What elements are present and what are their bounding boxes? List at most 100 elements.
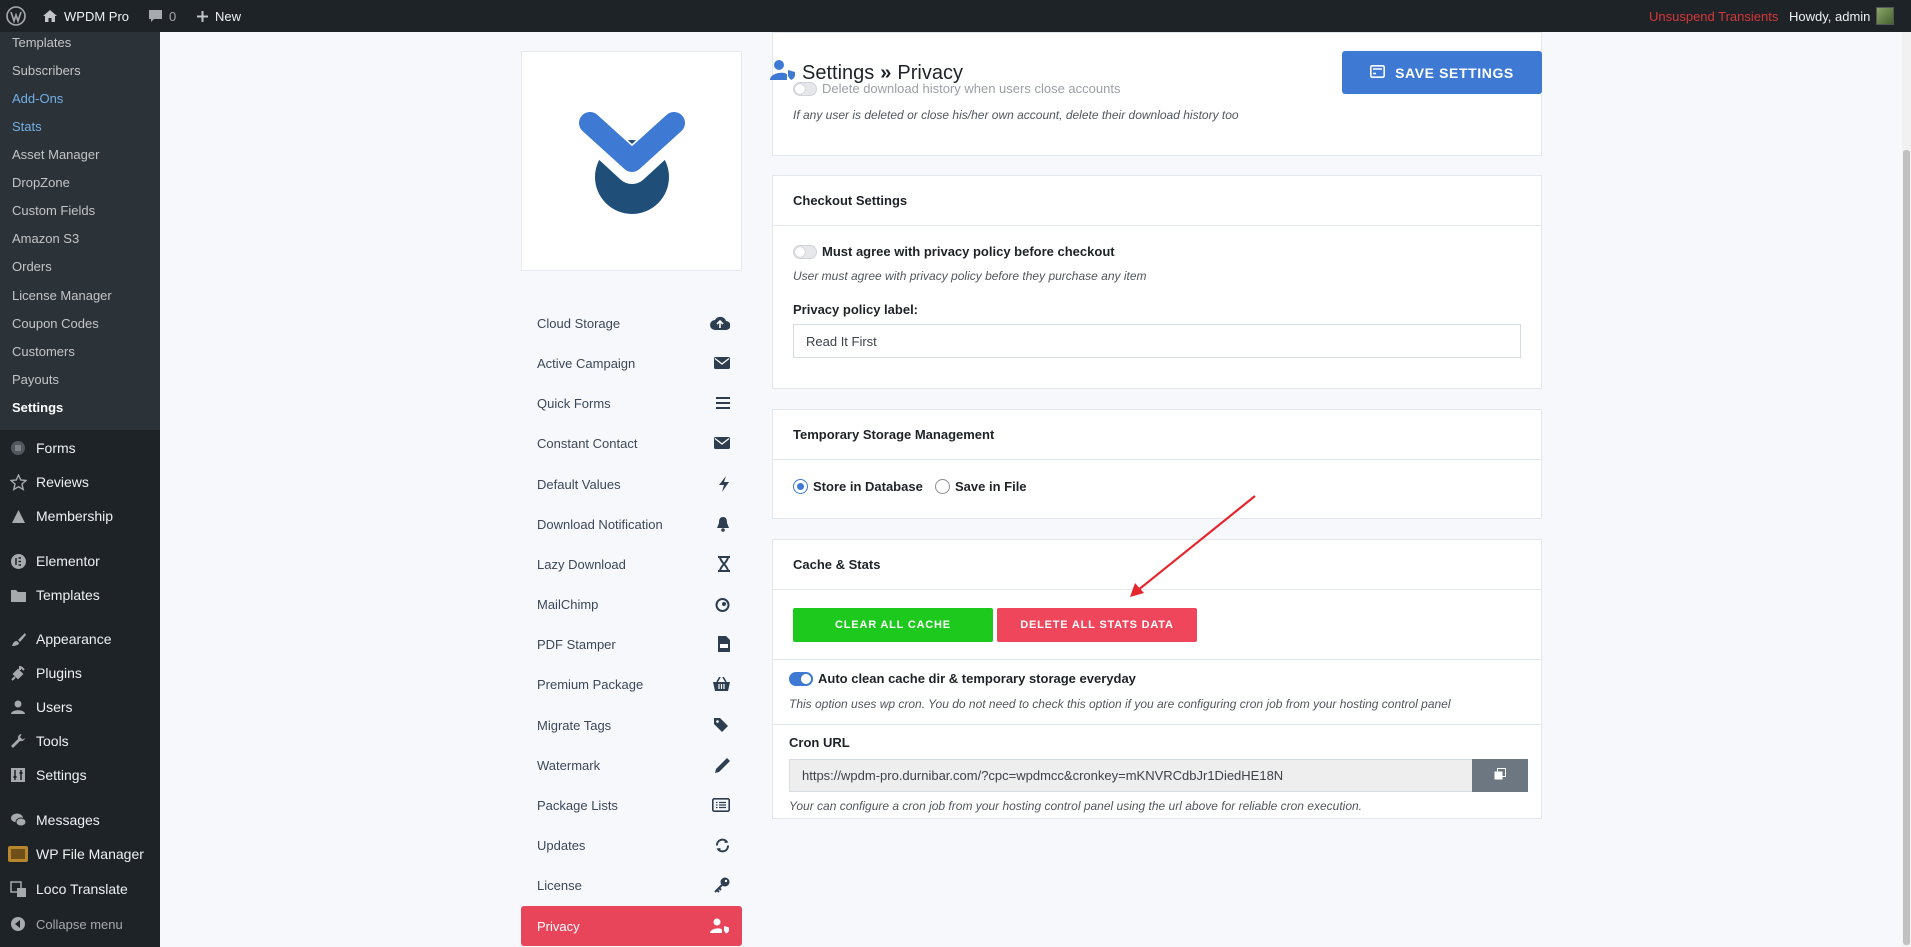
site-name-link[interactable]: WPDM Pro bbox=[42, 0, 129, 32]
wordpress-logo-icon[interactable] bbox=[6, 0, 26, 32]
submenu-license-manager[interactable]: License Manager bbox=[12, 286, 112, 306]
avatar bbox=[1876, 7, 1895, 25]
comment-icon bbox=[148, 9, 163, 24]
admin-bar: WPDM Pro 0 New Unsuspend Transients Howd… bbox=[0, 0, 1911, 32]
wpdm-logo-icon bbox=[571, 104, 692, 214]
checkout-settings-heading: Checkout Settings bbox=[773, 176, 1541, 226]
submenu-subscribers[interactable]: Subscribers bbox=[12, 61, 81, 81]
list-lines-icon bbox=[716, 397, 730, 409]
envelope-icon bbox=[714, 357, 730, 369]
nav-migrate-tags[interactable]: Migrate Tags bbox=[521, 705, 742, 745]
copy-icon bbox=[1494, 768, 1506, 783]
menu-messages[interactable]: Messages bbox=[0, 805, 160, 835]
privacy-label-input[interactable] bbox=[793, 324, 1521, 358]
nav-premium-package[interactable]: Premium Package bbox=[521, 664, 742, 704]
key-icon bbox=[714, 877, 730, 893]
nav-watermark[interactable]: Watermark bbox=[521, 745, 742, 785]
submenu-coupon-codes[interactable]: Coupon Codes bbox=[12, 314, 99, 334]
nav-default-values[interactable]: Default Values bbox=[521, 464, 742, 504]
save-file-option[interactable]: Save in File bbox=[935, 479, 1027, 494]
auto-clean-toggle[interactable] bbox=[789, 671, 813, 686]
page-scrollbar[interactable] bbox=[1902, 32, 1911, 947]
menu-reviews[interactable]: Reviews bbox=[0, 467, 160, 497]
store-database-radio[interactable] bbox=[793, 479, 808, 494]
cloud-upload-icon bbox=[710, 316, 730, 330]
menu-templates[interactable]: Templates bbox=[0, 580, 160, 610]
title-section: Privacy bbox=[897, 61, 963, 84]
howdy-label: Howdy, admin bbox=[1789, 8, 1871, 24]
new-content-link[interactable]: New bbox=[196, 0, 241, 32]
paintbrush-icon bbox=[0, 631, 36, 648]
file-manager-icon bbox=[0, 845, 36, 863]
sliders-icon bbox=[0, 767, 36, 783]
comments-link[interactable]: 0 bbox=[148, 0, 176, 32]
nav-constant-contact[interactable]: Constant Contact bbox=[521, 423, 742, 463]
cache-stats-panel: Cache & Stats CLEAR ALL CACHE DELETE ALL… bbox=[772, 539, 1542, 819]
menu-membership[interactable]: Membership bbox=[0, 501, 160, 531]
submenu-asset-manager[interactable]: Asset Manager bbox=[12, 145, 99, 165]
unsuspend-transients-link[interactable]: Unsuspend Transients bbox=[1649, 0, 1778, 32]
save-settings-button[interactable]: SAVE SETTINGS bbox=[1342, 51, 1542, 94]
auto-clean-note: This option uses wp cron. You do not nee… bbox=[789, 697, 1451, 711]
copy-cron-url-button[interactable] bbox=[1472, 759, 1528, 792]
account-menu[interactable]: Howdy, admin bbox=[1789, 0, 1895, 32]
submenu-payouts[interactable]: Payouts bbox=[12, 370, 59, 390]
cron-url-title: Cron URL bbox=[789, 735, 850, 750]
nav-package-lists[interactable]: Package Lists bbox=[521, 785, 742, 825]
title-separator: » bbox=[880, 61, 892, 84]
save-disk-icon bbox=[1370, 64, 1386, 81]
membership-icon bbox=[0, 508, 36, 525]
submenu-custom-fields[interactable]: Custom Fields bbox=[12, 201, 95, 221]
bell-icon bbox=[716, 516, 730, 532]
scrollbar-thumb[interactable] bbox=[1903, 150, 1910, 945]
collapse-menu-button[interactable]: Collapse menu bbox=[0, 909, 160, 939]
submenu-customers[interactable]: Customers bbox=[12, 342, 75, 362]
basket-icon bbox=[713, 677, 730, 691]
submenu-settings[interactable]: Settings bbox=[12, 398, 63, 418]
menu-settings[interactable]: Settings bbox=[0, 760, 160, 790]
clear-all-cache-button[interactable]: CLEAR ALL CACHE bbox=[793, 608, 993, 642]
menu-wp-file-manager[interactable]: WP File Manager bbox=[0, 839, 160, 869]
wrench-icon bbox=[0, 733, 36, 749]
new-label: New bbox=[215, 8, 242, 24]
collapse-icon bbox=[0, 916, 36, 932]
menu-tools[interactable]: Tools bbox=[0, 726, 160, 756]
delete-all-stats-button[interactable]: DELETE ALL STATS DATA bbox=[997, 608, 1197, 642]
hourglass-icon bbox=[718, 556, 730, 572]
menu-plugins[interactable]: Plugins bbox=[0, 658, 160, 688]
submenu-orders[interactable]: Orders bbox=[12, 257, 52, 277]
menu-forms[interactable]: Forms bbox=[0, 433, 160, 463]
nav-lazy-download[interactable]: Lazy Download bbox=[521, 544, 742, 584]
folder-icon bbox=[0, 588, 36, 603]
privacy-agree-toggle[interactable] bbox=[793, 244, 817, 259]
save-file-radio[interactable] bbox=[935, 479, 950, 494]
cache-stats-heading: Cache & Stats bbox=[773, 540, 1541, 590]
pen-icon bbox=[715, 757, 730, 773]
nav-download-notification[interactable]: Download Notification bbox=[521, 504, 742, 544]
submenu-dropzone[interactable]: DropZone bbox=[12, 173, 70, 193]
submenu-add-ons[interactable]: Add-Ons bbox=[12, 89, 63, 109]
menu-loco-translate[interactable]: Loco Translate bbox=[0, 874, 160, 904]
nav-quick-forms[interactable]: Quick Forms bbox=[521, 383, 742, 423]
store-database-option[interactable]: Store in Database bbox=[793, 479, 923, 494]
nav-privacy[interactable]: Privacy bbox=[521, 906, 742, 946]
menu-appearance[interactable]: Appearance bbox=[0, 624, 160, 654]
menu-elementor[interactable]: Elementor bbox=[0, 546, 160, 576]
submenu-stats[interactable]: Stats bbox=[12, 117, 42, 137]
nav-cloud-storage[interactable]: Cloud Storage bbox=[521, 303, 742, 343]
cron-url-field[interactable]: https://wpdm-pro.durnibar.com/?cpc=wpdmc… bbox=[789, 759, 1473, 792]
menu-users[interactable]: Users bbox=[0, 692, 160, 722]
nav-mailchimp[interactable]: MailChimp bbox=[521, 584, 742, 624]
submenu-templates[interactable]: Templates bbox=[12, 33, 71, 53]
nav-active-campaign[interactable]: Active Campaign bbox=[521, 343, 742, 383]
nav-updates[interactable]: Updates bbox=[521, 825, 742, 865]
user-shield-icon bbox=[710, 918, 730, 934]
submenu-amazon-s3[interactable]: Amazon S3 bbox=[12, 229, 79, 249]
nav-license[interactable]: License bbox=[521, 865, 742, 905]
privacy-label-title: Privacy policy label: bbox=[793, 302, 919, 317]
comments-count: 0 bbox=[169, 8, 177, 24]
home-icon bbox=[42, 8, 58, 24]
nav-pdf-stamper[interactable]: PDF Stamper bbox=[521, 624, 742, 664]
delete-history-note: If any user is deleted or close his/her … bbox=[793, 108, 1239, 122]
privacy-agree-note: User must agree with privacy policy befo… bbox=[793, 269, 1147, 283]
